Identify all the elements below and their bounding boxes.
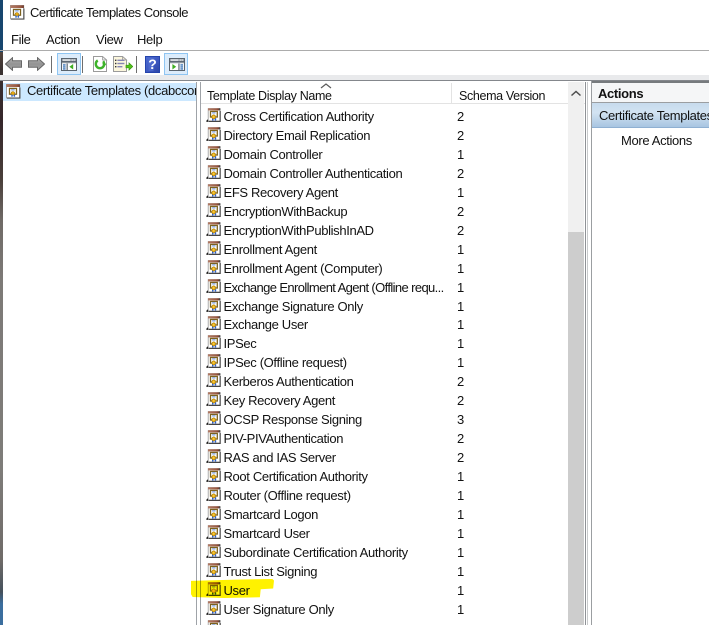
svg-text:?: ? <box>148 56 157 72</box>
